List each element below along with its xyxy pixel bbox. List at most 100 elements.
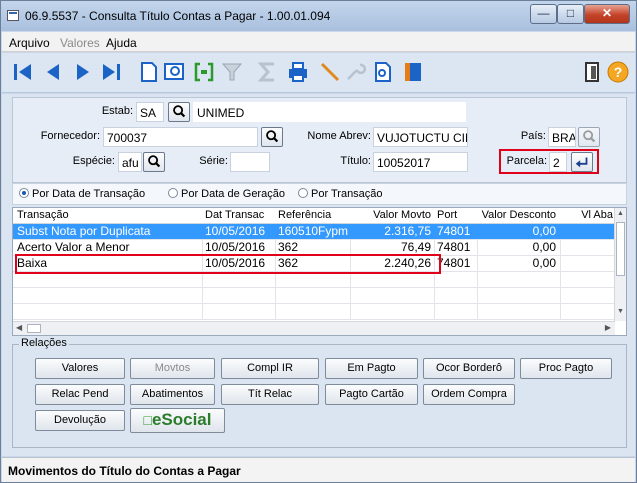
titulo-label: Título: bbox=[340, 155, 371, 167]
column-header[interactable]: Valor Desconto bbox=[478, 208, 558, 224]
radio-por-data-geracao[interactable]: Por Data de Geração bbox=[168, 188, 285, 200]
cell-port: 74801 bbox=[437, 240, 471, 254]
pais-field[interactable]: BRA bbox=[548, 127, 576, 147]
svg-text:?: ? bbox=[614, 64, 623, 80]
table-row[interactable] bbox=[13, 272, 615, 288]
radio-por-data-transacao[interactable]: Por Data de Transação bbox=[19, 188, 145, 200]
app-icon bbox=[7, 10, 19, 21]
esocial-button[interactable]: □eSocial bbox=[130, 408, 225, 433]
ocor-bordero-button[interactable]: Ocor Borderô bbox=[423, 358, 515, 379]
app-window: 06.9.5537 - Consulta Título Contas a Pag… bbox=[0, 0, 637, 483]
close-button[interactable]: ✕ bbox=[584, 4, 630, 24]
column-header[interactable]: Port bbox=[435, 208, 475, 224]
prev-icon[interactable] bbox=[41, 60, 65, 84]
tools-icon[interactable] bbox=[343, 60, 367, 84]
minimize-button[interactable]: — bbox=[530, 4, 557, 24]
ordem-compra-button[interactable]: Ordem Compra bbox=[423, 384, 515, 405]
horizontal-scrollbar[interactable]: ◀ ▶ bbox=[13, 321, 615, 335]
especie-field[interactable]: afu bbox=[118, 152, 142, 172]
radio-unselected-icon bbox=[168, 188, 178, 198]
pais-label: País: bbox=[520, 130, 546, 142]
column-header[interactable]: Transação bbox=[15, 208, 200, 224]
fornecedor-lookup-button[interactable] bbox=[261, 127, 283, 147]
radio-selected-icon bbox=[19, 188, 29, 198]
movements-table[interactable]: Transação Dat Transac Referência Valor M… bbox=[12, 207, 627, 336]
devolucao-button[interactable]: Devolução bbox=[35, 410, 125, 431]
serie-label: Série: bbox=[199, 155, 228, 167]
cell-valor-desconto: 0,00 bbox=[532, 256, 556, 270]
goto-icon[interactable] bbox=[192, 60, 216, 84]
scroll-down-icon[interactable]: ▼ bbox=[617, 308, 624, 315]
esocial-logo-icon: □ bbox=[143, 412, 152, 428]
table-header: Transação Dat Transac Referência Valor M… bbox=[13, 208, 615, 224]
menu-bar: Arquivo Valores Ajuda bbox=[2, 32, 635, 52]
column-header[interactable]: Vl Aba bbox=[561, 208, 615, 224]
sort-options: Por Data de Transação Por Data de Geraçã… bbox=[12, 183, 627, 205]
baixa-row-highlight bbox=[15, 254, 441, 274]
pais-lookup-button[interactable] bbox=[578, 127, 600, 147]
estab-lookup-button[interactable] bbox=[168, 102, 190, 122]
book-icon[interactable] bbox=[402, 60, 426, 84]
scroll-left-icon[interactable]: ◀ bbox=[16, 323, 22, 332]
sum-icon[interactable] bbox=[256, 60, 280, 84]
tit-relac-button[interactable]: Tít Relac bbox=[221, 384, 319, 405]
zoom-icon[interactable] bbox=[162, 60, 186, 84]
scroll-up-icon[interactable]: ▲ bbox=[617, 210, 624, 217]
valores-button[interactable]: Valores bbox=[35, 358, 125, 379]
parcela-field[interactable]: 2 bbox=[549, 152, 567, 172]
help-icon[interactable]: ? bbox=[606, 60, 630, 84]
exit-icon[interactable] bbox=[580, 60, 604, 84]
column-header[interactable]: Valor Movto bbox=[351, 208, 433, 224]
fornecedor-field[interactable]: 700037 bbox=[103, 127, 258, 147]
new-document-icon[interactable] bbox=[137, 60, 161, 84]
hscroll-thumb[interactable] bbox=[27, 324, 41, 333]
menu-arquivo[interactable]: Arquivo bbox=[9, 36, 50, 50]
titulo-field[interactable]: 10052017 bbox=[373, 152, 468, 172]
estab-label: Estab: bbox=[101, 105, 133, 117]
title-bar: 06.9.5537 - Consulta Título Contas a Pag… bbox=[1, 1, 636, 31]
radio-unselected-icon bbox=[298, 188, 308, 198]
vertical-scrollbar[interactable]: ▲ ▼ bbox=[614, 208, 626, 321]
menu-ajuda[interactable]: Ajuda bbox=[106, 36, 137, 50]
parcela-label: Parcela: bbox=[506, 155, 547, 167]
column-header[interactable]: Referência bbox=[276, 208, 348, 224]
edit-icon[interactable] bbox=[318, 60, 342, 84]
em-pagto-button[interactable]: Em Pagto bbox=[325, 358, 418, 379]
estab-description: UNIMED bbox=[193, 102, 466, 122]
estab-field[interactable]: SA bbox=[136, 102, 164, 122]
especie-lookup-button[interactable] bbox=[143, 152, 165, 172]
esocial-label: eSocial bbox=[151, 410, 212, 429]
relac-pend-button[interactable]: Relac Pend bbox=[35, 384, 125, 405]
cell-dat-transac: 10/05/2016 bbox=[205, 224, 266, 238]
abatimentos-button[interactable]: Abatimentos bbox=[130, 384, 215, 405]
toolbar: ? bbox=[2, 53, 635, 93]
last-icon[interactable] bbox=[99, 60, 123, 84]
menu-valores[interactable]: Valores bbox=[60, 36, 100, 50]
next-icon[interactable] bbox=[71, 60, 95, 84]
cell-valor-movto: 2.316,75 bbox=[384, 224, 431, 238]
serie-field[interactable] bbox=[230, 152, 270, 172]
scroll-thumb[interactable] bbox=[616, 222, 625, 276]
table-row[interactable]: Subst Nota por Duplicata 10/05/2016 1605… bbox=[13, 224, 615, 240]
radio-por-transacao[interactable]: Por Transação bbox=[298, 188, 383, 200]
cell-valor-desconto: 0,00 bbox=[532, 224, 556, 238]
nome-abrev-field[interactable]: VUJOTUCTU CIMEA bbox=[373, 127, 468, 147]
column-header[interactable]: Dat Transac bbox=[203, 208, 273, 224]
proc-pagto-button[interactable]: Proc Pagto bbox=[520, 358, 612, 379]
print-icon[interactable] bbox=[286, 60, 310, 84]
table-row[interactable] bbox=[13, 288, 615, 304]
status-bar: Movimentos do Título do Contas a Pagar bbox=[2, 457, 635, 482]
scroll-right-icon[interactable]: ▶ bbox=[605, 323, 611, 332]
maximize-button[interactable]: □ bbox=[557, 4, 584, 24]
cell-referencia: 160510Fypm bbox=[278, 224, 348, 238]
cell-transacao: Subst Nota por Duplicata bbox=[17, 224, 151, 238]
movtos-button[interactable]: Movtos bbox=[130, 358, 215, 379]
preview-icon[interactable] bbox=[371, 60, 395, 84]
filter-icon[interactable] bbox=[220, 60, 244, 84]
header-form: Estab: SA UNIMED Fornecedor: 700037 Nome… bbox=[12, 97, 627, 183]
table-row[interactable] bbox=[13, 304, 615, 320]
pagto-cartao-button[interactable]: Pagto Cartão bbox=[325, 384, 418, 405]
first-icon[interactable] bbox=[11, 60, 35, 84]
compl-ir-button[interactable]: Compl IR bbox=[221, 358, 319, 379]
enter-icon[interactable] bbox=[571, 152, 593, 172]
